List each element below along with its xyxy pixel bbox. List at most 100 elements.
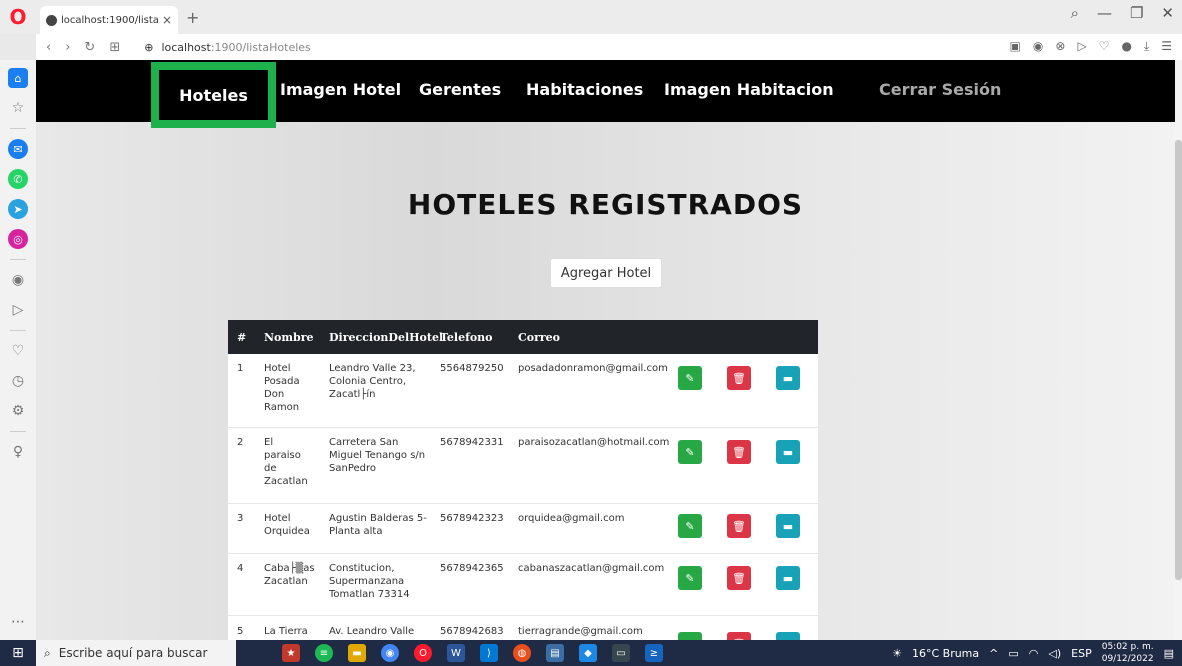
nav-imagen-hotel[interactable]: Imagen Hotel: [280, 80, 401, 99]
send-icon[interactable]: ▷: [8, 300, 28, 320]
delete-button[interactable]: 🗑: [727, 440, 751, 464]
heart-icon[interactable]: ♡: [1099, 39, 1110, 54]
nav-imagen-habitacion[interactable]: Imagen Habitacion: [664, 80, 834, 99]
rooms-button[interactable]: ▬: [776, 440, 800, 464]
easy-setup-icon[interactable]: ☰: [1161, 39, 1172, 54]
browser-tab[interactable]: localhost:1900/listaHoteles ×: [40, 6, 178, 34]
more-icon[interactable]: ⋯: [11, 614, 25, 630]
language-indicator[interactable]: ESP: [1071, 647, 1092, 660]
camera-icon[interactable]: ◉: [1033, 39, 1043, 54]
vscode-icon[interactable]: ⟩: [480, 644, 498, 662]
table-row: 5 La Tierra Av. Leandro Valle 5678942683…: [228, 616, 818, 640]
home-icon[interactable]: ⌂: [8, 68, 28, 88]
app-icon[interactable]: ◆: [579, 644, 597, 662]
powershell-icon[interactable]: ≥: [645, 644, 663, 662]
settings-gear-icon[interactable]: ⚙: [8, 401, 28, 421]
close-window-icon[interactable]: ✕: [1161, 4, 1174, 22]
holiday-app-icon[interactable]: ★: [282, 644, 300, 662]
terminal-icon[interactable]: ▭: [612, 644, 630, 662]
minimize-icon[interactable]: —: [1097, 4, 1112, 22]
history-icon[interactable]: ◷: [8, 371, 28, 391]
header-nombre: Nombre: [264, 331, 314, 344]
delete-button[interactable]: 🗑: [727, 366, 751, 390]
forward-icon[interactable]: ›: [65, 40, 70, 55]
spotify-icon[interactable]: ≡: [315, 644, 333, 662]
rooms-button[interactable]: ▬: [776, 514, 800, 538]
taskbar-search[interactable]: ⌕ Escribe aquí para buscar: [36, 640, 236, 666]
wifi-icon[interactable]: ◠: [1029, 647, 1039, 660]
bed-icon: ▬: [782, 519, 794, 533]
heart-icon[interactable]: ♡: [8, 341, 28, 361]
bookmarks-icon[interactable]: ☆: [8, 98, 28, 118]
cell-nombre: Hotel Posada Don Ramon: [264, 363, 300, 413]
messenger-icon[interactable]: ✉: [8, 139, 28, 159]
flow-icon[interactable]: ▷: [1077, 39, 1086, 54]
file-explorer-icon[interactable]: ▬: [348, 644, 366, 662]
app-icon[interactable]: ▤: [546, 644, 564, 662]
cell-num: 1: [237, 363, 244, 374]
instagram-icon[interactable]: ◎: [8, 229, 28, 249]
profile-icon[interactable]: ●: [1121, 39, 1131, 54]
snapshot-icon[interactable]: ▣: [1010, 39, 1021, 54]
cell-telefono: 5678942331: [440, 437, 504, 448]
word-icon[interactable]: W: [447, 644, 465, 662]
tray-chevron-icon[interactable]: ^: [989, 647, 998, 660]
back-icon[interactable]: ‹: [46, 40, 51, 55]
clock[interactable]: 05:02 p. m. 09/12/2022: [1102, 641, 1154, 665]
close-tab-icon[interactable]: ×: [162, 13, 172, 27]
weather-text[interactable]: 16°C Bruma: [912, 647, 979, 660]
download-icon[interactable]: ⤓: [1144, 39, 1149, 54]
edit-button[interactable]: ✎: [678, 440, 702, 464]
trash-icon: 🗑: [732, 519, 746, 533]
delete-button[interactable]: 🗑: [727, 566, 751, 590]
address-bar-tools: ▣ ◉ ⊗ ▷ ♡ ● ⤓ ☰: [1010, 39, 1172, 54]
window-controls: ⌕ — ❐ ✕: [1071, 4, 1174, 22]
snap-icon[interactable]: ❐: [1130, 4, 1143, 22]
new-tab-button[interactable]: +: [186, 8, 199, 27]
nav-cerrar-sesion[interactable]: Cerrar Sesión: [879, 80, 1001, 99]
windows-start-icon[interactable]: ⊞: [0, 640, 36, 666]
opera-taskbar-icon[interactable]: O: [414, 644, 432, 662]
reload-icon[interactable]: ↻: [84, 40, 95, 55]
browser-app-icon[interactable]: ◍: [513, 644, 531, 662]
edit-button[interactable]: ✎: [678, 632, 702, 640]
player-icon[interactable]: ◉: [8, 270, 28, 290]
opera-logo-icon[interactable]: O: [0, 0, 36, 34]
cell-correo: orquidea@gmail.com: [518, 513, 625, 524]
lightbulb-icon[interactable]: ♀: [8, 442, 28, 462]
notifications-icon[interactable]: ▤: [1164, 647, 1174, 660]
edit-icon: ✎: [685, 371, 695, 385]
telegram-icon[interactable]: ➤: [8, 199, 28, 219]
rooms-button[interactable]: ▬: [776, 632, 800, 640]
url-host: localhost: [161, 40, 211, 54]
edit-button[interactable]: ✎: [678, 366, 702, 390]
clock-time: 05:02 p. m.: [1101, 642, 1154, 652]
rooms-button[interactable]: ▬: [776, 366, 800, 390]
url-field[interactable]: ⊕ localhost:1900/listaHoteles: [144, 41, 311, 54]
sidebar-divider: [10, 259, 26, 260]
delete-button[interactable]: 🗑: [727, 514, 751, 538]
site-info-icon[interactable]: ⊕: [144, 41, 153, 54]
search-tabs-icon[interactable]: ⌕: [1071, 4, 1079, 22]
volume-icon[interactable]: ◁): [1048, 647, 1061, 660]
search-icon: ⌕: [44, 645, 51, 660]
whatsapp-icon[interactable]: ✆: [8, 169, 28, 189]
cell-correo: posadadonramon@gmail.com: [518, 363, 668, 374]
speed-dial-icon[interactable]: ⊞: [109, 40, 120, 55]
nav-hoteles[interactable]: Hoteles: [151, 62, 276, 128]
bed-icon: ▬: [782, 571, 794, 585]
address-bar: ‹ › ↻ ⊞ ⊕ localhost:1900/listaHoteles ▣ …: [36, 34, 1182, 60]
cell-num: 5: [237, 626, 244, 637]
cell-nombre: El paraiso de Zacatlan: [264, 437, 308, 487]
edit-button[interactable]: ✎: [678, 566, 702, 590]
rooms-button[interactable]: ▬: [776, 566, 800, 590]
adblock-icon[interactable]: ⊗: [1055, 39, 1065, 54]
delete-button[interactable]: 🗑: [727, 632, 751, 640]
edit-button[interactable]: ✎: [678, 514, 702, 538]
network-icon[interactable]: ▭: [1008, 647, 1018, 660]
nav-gerentes[interactable]: Gerentes: [419, 80, 501, 99]
add-hotel-button[interactable]: Agregar Hotel: [550, 258, 662, 288]
scrollbar-thumb[interactable]: [1175, 140, 1182, 580]
nav-habitaciones[interactable]: Habitaciones: [526, 80, 643, 99]
chrome-icon[interactable]: ◉: [381, 644, 399, 662]
